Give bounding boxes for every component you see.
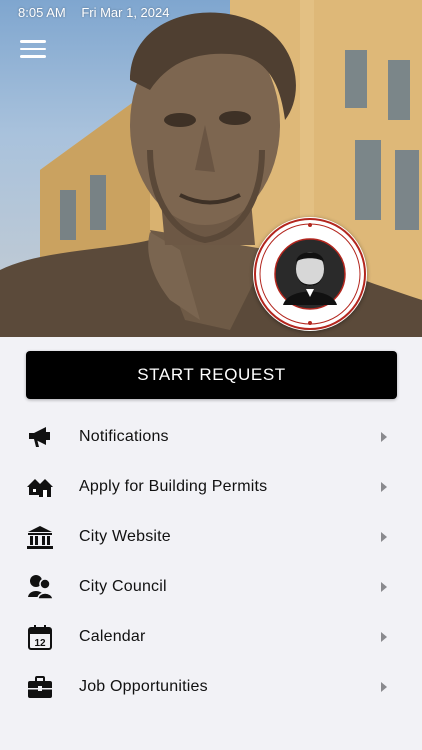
menu-list: Notifications Apply for Building Permits… (0, 412, 422, 712)
chevron-right-icon (381, 582, 387, 592)
city-hall-icon (27, 526, 53, 549)
status-bar: 8:05 AM Fri Mar 1, 2024 (18, 5, 169, 20)
houses-icon (27, 479, 53, 497)
menu-item-city-council[interactable]: City Council (0, 562, 422, 612)
status-date: Fri Mar 1, 2024 (81, 5, 170, 20)
menu-item-label: Calendar (79, 628, 146, 645)
megaphone-icon (29, 427, 50, 447)
chevron-right-icon (381, 532, 387, 542)
hamburger-icon (20, 40, 46, 43)
menu-item-label: Apply for Building Permits (79, 478, 268, 495)
menu-item-calendar[interactable]: 12 Calendar (0, 612, 422, 662)
start-request-button[interactable]: START REQUEST (26, 351, 397, 399)
chevron-right-icon (381, 632, 387, 642)
svg-text:12: 12 (34, 638, 46, 649)
chevron-right-icon (381, 482, 387, 492)
menu-item-job-opportunities[interactable]: Job Opportunities (0, 662, 422, 712)
hamburger-line (20, 55, 46, 58)
chevron-right-icon (381, 432, 387, 442)
city-seal-logo (253, 217, 367, 331)
menu-item-building-permits[interactable]: Apply for Building Permits (0, 462, 422, 512)
hero-image: 8:05 AM Fri Mar 1, 2024 (0, 0, 422, 337)
menu-item-label: Job Opportunities (79, 678, 208, 695)
menu-item-notifications[interactable]: Notifications (0, 412, 422, 462)
people-icon (28, 575, 54, 600)
hamburger-menu-button[interactable] (20, 40, 46, 62)
status-time: 8:05 AM (18, 5, 66, 20)
menu-item-label: City Council (79, 578, 167, 595)
menu-item-label: Notifications (79, 428, 169, 445)
hamburger-line (20, 47, 46, 50)
briefcase-icon (28, 676, 52, 698)
calendar-icon: 12 (28, 625, 52, 650)
menu-item-city-website[interactable]: City Website (0, 512, 422, 562)
chevron-right-icon (381, 682, 387, 692)
menu-item-label: City Website (79, 528, 171, 545)
